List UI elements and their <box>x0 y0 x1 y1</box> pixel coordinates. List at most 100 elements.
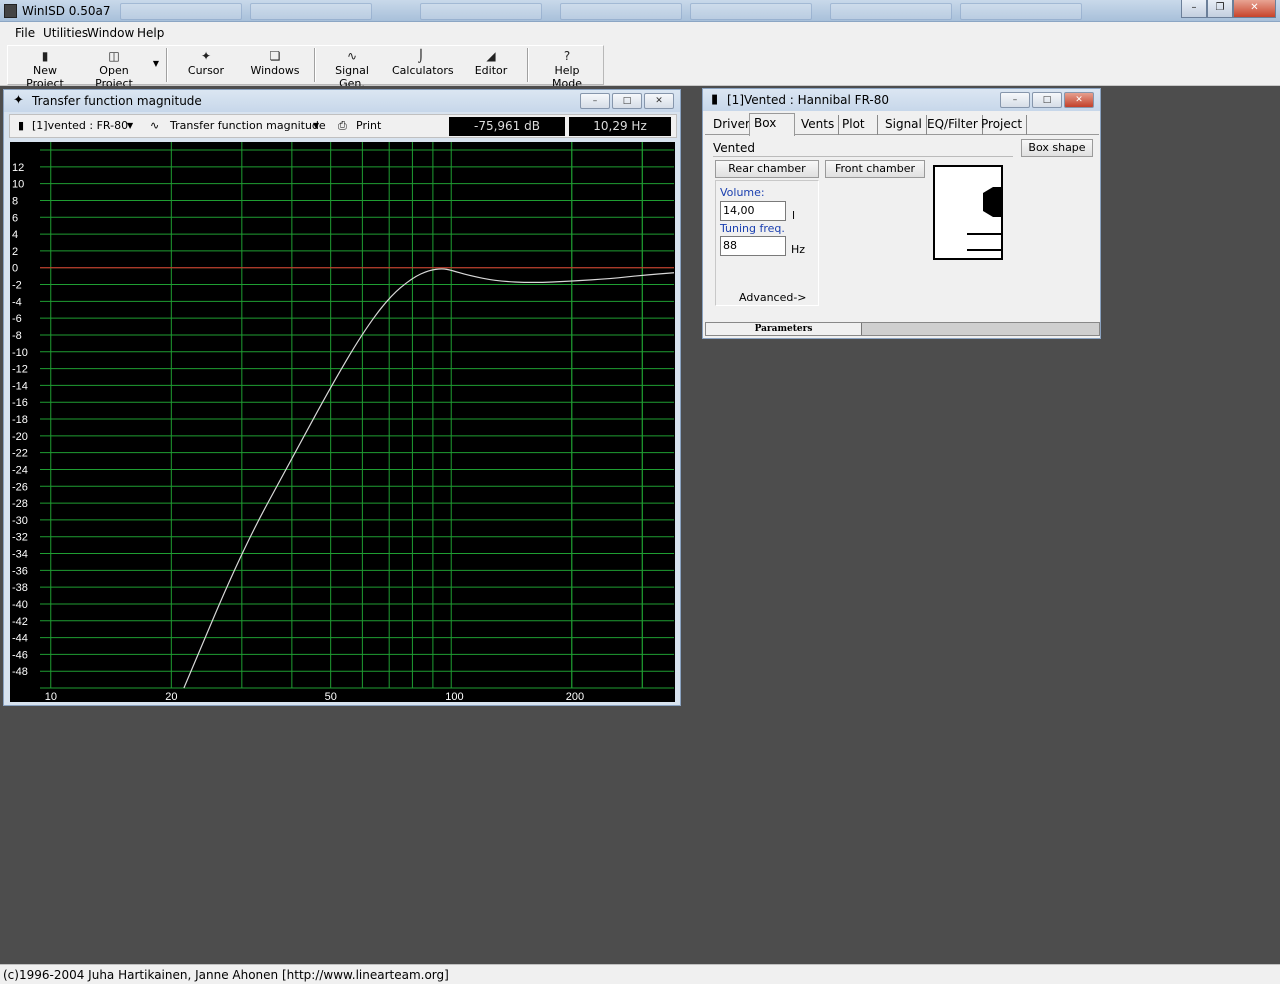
close-icon[interactable]: ✕ <box>1064 92 1094 108</box>
close-icon[interactable]: ✕ <box>644 93 674 109</box>
y-tick-label: -8 <box>12 330 22 342</box>
menu-utilities[interactable]: Utilities <box>43 26 88 40</box>
response-curve <box>183 268 675 689</box>
toolbar-separator <box>314 48 316 82</box>
menu-file[interactable]: File <box>15 26 35 40</box>
x-tick-label: 20 <box>165 691 177 702</box>
front-chamber-button[interactable]: Front chamber <box>825 160 925 178</box>
y-tick-label: -28 <box>12 498 28 510</box>
parameters-strip: Parameters <box>705 322 1100 336</box>
y-tick-label: -12 <box>12 364 28 376</box>
graph-window-controls: – □ ✕ <box>580 93 674 109</box>
close-icon[interactable]: ✕ <box>1233 0 1276 18</box>
rear-chamber-button[interactable]: Rear chamber <box>715 160 819 178</box>
y-tick-label: -30 <box>12 515 28 527</box>
menu-bar: File Utilities Window Help <box>0 22 1280 44</box>
project-tabs: Driver Box Vents Plot Signal EQ/Filter P… <box>705 113 1099 136</box>
x-tick-label: 10 <box>45 691 57 702</box>
chevron-down-icon[interactable]: ▼ <box>127 121 133 130</box>
y-tick-label: -34 <box>12 549 28 561</box>
y-tick-label: 0 <box>12 263 18 275</box>
volume-label: Volume: <box>720 186 765 199</box>
project-select[interactable]: [1]vented : FR-80 <box>32 119 128 132</box>
project-window: ▮ [1]Vented : Hannibal FR-80 – □ ✕ Drive… <box>702 88 1101 339</box>
project-window-controls: – □ ✕ <box>1000 92 1094 108</box>
graph-plot-area[interactable]: 12 10 8 6 4 2 0 -2 -4 -6 -8 -10 -12 -14 -16 -18 -20 -22 -2… <box>10 142 675 702</box>
chevron-down-icon[interactable]: ▼ <box>313 121 319 130</box>
cursor-label: Cursor <box>187 64 225 77</box>
sine-wave-icon: ∿ <box>150 119 160 132</box>
graph-window-titlebar[interactable]: ✦ Transfer function magnitude – □ ✕ <box>4 90 680 112</box>
project-icon: ▮ <box>711 92 719 107</box>
maximize-icon[interactable]: □ <box>612 93 642 109</box>
menu-help[interactable]: Help <box>137 26 164 40</box>
tab-eq-filter[interactable]: EQ/Filter <box>923 115 983 135</box>
background-taskbar-item <box>690 3 812 20</box>
print-button[interactable]: Print <box>356 119 381 132</box>
background-taskbar-item <box>420 3 542 20</box>
new-project-button[interactable]: ▮ New Project <box>14 48 76 90</box>
y-tick-label: -36 <box>12 565 28 577</box>
cursor-db-readout: -75,961 dB <box>449 117 565 136</box>
graph-window: ✦ Transfer function magnitude – □ ✕ ▮ [1… <box>3 89 681 706</box>
status-text: (c)1996-2004 Juha Hartikainen, Janne Aho… <box>3 968 449 982</box>
tuning-freq-input[interactable]: 88 <box>720 236 786 256</box>
new-project-icon: ▮ <box>41 49 49 63</box>
toolbar-separator <box>166 48 168 82</box>
menu-window[interactable]: Window <box>87 26 134 40</box>
help-mode-button[interactable]: ? Help Mode <box>538 48 596 90</box>
tab-project[interactable]: Project <box>977 115 1028 135</box>
restore-icon[interactable]: ❐ <box>1207 0 1233 18</box>
signal-gen-button[interactable]: ∿ Signal Gen. <box>322 48 382 90</box>
advanced-link[interactable]: Advanced-> <box>739 291 807 304</box>
volume-unit: l <box>792 209 796 222</box>
graph-window-title: Transfer function magnitude <box>32 94 202 108</box>
volume-input[interactable]: 14,00 <box>720 201 786 221</box>
parameters-tab[interactable]: Parameters <box>706 323 862 335</box>
y-tick-label: 4 <box>12 229 18 241</box>
transfer-function-chart[interactable]: 121086420-2-4-6-8-10-12-14-16-18-20-22-2… <box>10 142 675 702</box>
editor-button[interactable]: ◢ Editor <box>474 48 508 84</box>
tab-plot[interactable]: Plot <box>838 115 878 135</box>
tuning-freq-unit: Hz <box>791 243 806 256</box>
y-tick-label: -44 <box>12 633 28 645</box>
speaker-box-icon <box>967 187 1001 251</box>
box-type-select[interactable]: Vented <box>713 141 755 155</box>
y-tick-label: -22 <box>12 448 28 460</box>
box-shape-button[interactable]: Box shape <box>1021 139 1093 157</box>
window-controls: – ❐ ✕ <box>1181 0 1276 18</box>
mdi-client-area: ✦ Transfer function magnitude – □ ✕ ▮ [1… <box>0 86 1280 962</box>
dropdown-arrow-icon: ▼ <box>152 59 160 68</box>
calculators-button[interactable]: ⌡ Calculators <box>392 48 454 84</box>
y-tick-label: 12 <box>12 162 24 174</box>
box-diagram <box>933 165 1003 260</box>
project-icon: ▮ <box>18 119 25 132</box>
maximize-icon[interactable]: □ <box>1032 92 1062 108</box>
crosshair-icon: ✦ <box>200 49 212 63</box>
cursor-hz-readout: 10,29 Hz <box>569 117 671 136</box>
title-bar: WinISD 0.50a7 – ❐ ✕ <box>0 0 1280 22</box>
tab-signal[interactable]: Signal <box>881 115 927 135</box>
windows-button[interactable]: ❏ Windows <box>250 48 300 84</box>
minimize-icon[interactable]: – <box>1181 0 1207 18</box>
background-taskbar-item <box>120 3 242 20</box>
minimize-icon[interactable]: – <box>1000 92 1030 108</box>
project-window-titlebar[interactable]: ▮ [1]Vented : Hannibal FR-80 – □ ✕ <box>703 89 1100 111</box>
background-taskbar-item <box>960 3 1082 20</box>
minimize-icon[interactable]: – <box>580 93 610 109</box>
background-taskbar-item <box>830 3 952 20</box>
y-tick-label: 8 <box>12 195 18 207</box>
y-tick-label: -4 <box>12 296 22 308</box>
open-project-button[interactable]: ◫ Open Project <box>82 48 146 90</box>
y-tick-label: -18 <box>12 414 28 426</box>
cursor-button[interactable]: ✦ Cursor <box>184 48 228 84</box>
plot-type-select[interactable]: Transfer function magnitude <box>170 119 326 132</box>
y-tick-label: -40 <box>12 599 28 611</box>
y-tick-label: -14 <box>12 380 28 392</box>
tab-box[interactable]: Box <box>749 113 795 136</box>
y-tick-label: -24 <box>12 464 28 476</box>
toolbar: ▮ New Project ◫ Open Project ▼ ✦ Cursor … <box>0 44 1280 90</box>
y-tick-label: 10 <box>12 179 24 191</box>
background-taskbar-item <box>560 3 682 20</box>
tab-vents[interactable]: Vents <box>797 115 840 135</box>
